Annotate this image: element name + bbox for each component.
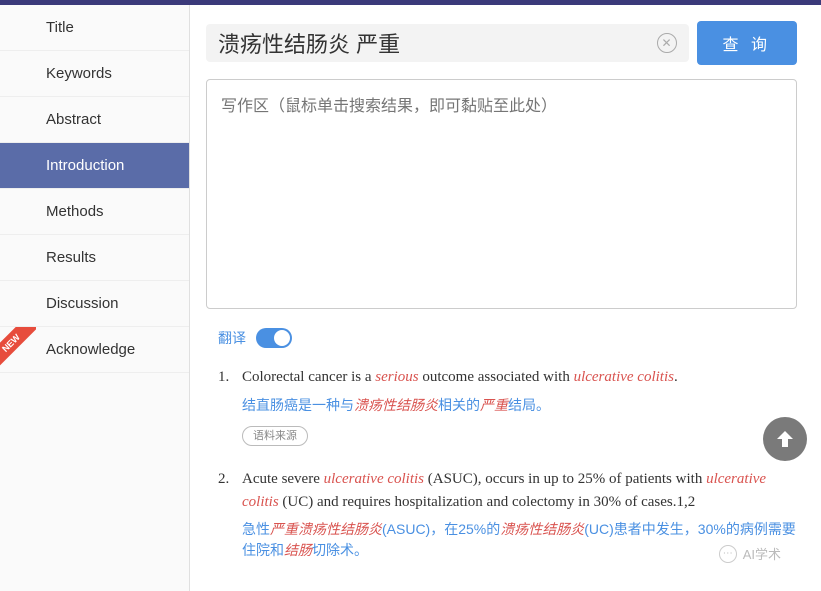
sidebar-item-discussion[interactable]: Discussion bbox=[0, 281, 189, 327]
search-box: ✕ bbox=[206, 24, 689, 62]
translate-toggle[interactable] bbox=[256, 328, 292, 348]
source-tag[interactable]: 语料来源 bbox=[242, 426, 308, 447]
query-button[interactable]: 查 询 bbox=[697, 21, 797, 65]
search-input[interactable] bbox=[218, 30, 649, 56]
result-item[interactable]: 1. Colorectal cancer is a serious outcom… bbox=[218, 366, 797, 446]
sidebar-item-methods[interactable]: Methods bbox=[0, 189, 189, 235]
scroll-top-button[interactable] bbox=[763, 417, 807, 461]
result-english: Acute severe ulcerative colitis (ASUC), … bbox=[242, 468, 797, 513]
sidebar-item-keywords[interactable]: Keywords bbox=[0, 51, 189, 97]
result-chinese: 急性严重溃疡性结肠炎(ASUC)，在25%的溃疡性结肠炎(UC)患者中发生，30… bbox=[242, 519, 797, 561]
sidebar-item-introduction[interactable]: Introduction bbox=[0, 143, 189, 189]
sidebar: Title Keywords Abstract Introduction Met… bbox=[0, 5, 190, 591]
writing-area[interactable] bbox=[206, 79, 797, 309]
translate-label: 翻译 bbox=[218, 328, 246, 348]
sidebar-item-abstract[interactable]: Abstract bbox=[0, 97, 189, 143]
translate-row: 翻译 bbox=[206, 328, 797, 348]
sidebar-item-title[interactable]: Title bbox=[0, 5, 189, 51]
results-list: 1. Colorectal cancer is a serious outcom… bbox=[206, 366, 797, 569]
result-english: Colorectal cancer is a serious outcome a… bbox=[242, 366, 797, 389]
result-number: 2. bbox=[218, 468, 242, 569]
result-number: 1. bbox=[218, 366, 242, 446]
sidebar-item-results[interactable]: Results bbox=[0, 235, 189, 281]
result-item[interactable]: 2. Acute severe ulcerative colitis (ASUC… bbox=[218, 468, 797, 569]
main-content: ✕ 查 询 翻译 1. Colorectal cancer is a serio… bbox=[190, 5, 821, 591]
result-chinese: 结直肠癌是一种与溃疡性结肠炎相关的严重结局。 bbox=[242, 395, 797, 416]
sidebar-item-acknowledge[interactable]: Acknowledge bbox=[0, 327, 189, 373]
search-row: ✕ 查 询 bbox=[206, 21, 797, 65]
arrow-up-icon bbox=[773, 427, 797, 451]
clear-icon[interactable]: ✕ bbox=[657, 33, 677, 53]
